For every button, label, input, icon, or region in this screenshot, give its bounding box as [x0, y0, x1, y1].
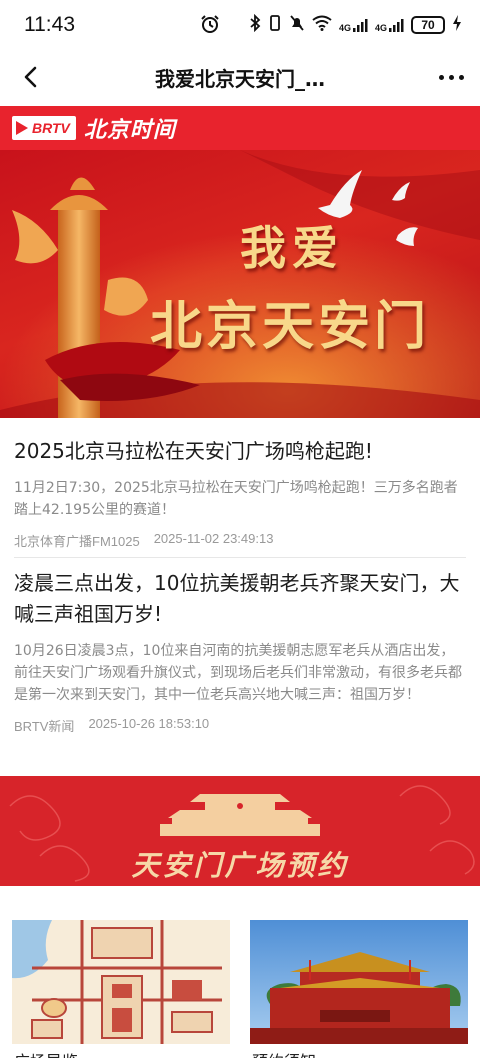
vibrate-icon [268, 14, 282, 36]
plaza-map-image [12, 920, 230, 1044]
article-meta: 北京体育广播FM1025 2025-11-02 23:49:13 [14, 531, 466, 550]
nav-bar: 我爱北京天安门_… [0, 50, 480, 104]
signal-icon [352, 19, 368, 32]
plaza-title: 天安门广场预约 [131, 849, 349, 882]
battery-indicator: 70 [411, 16, 445, 34]
article-time: 2025-11-02 23:49:13 [153, 531, 274, 546]
card-caption: 广场导览 [14, 1048, 78, 1058]
article-summary: 11月2日7:30，2025北京马拉松在天安门广场鸣枪起跑！三万多名跑者踏上42… [14, 480, 458, 518]
divider [14, 557, 466, 558]
plaza-reservation-banner[interactable]: 天安门广场预约 [0, 776, 480, 886]
hero-title: 我爱 北京天安门 [150, 212, 430, 359]
article-source: 北京体育广播FM1025 [14, 534, 140, 549]
more-dot-icon [438, 74, 444, 80]
article-item[interactable]: 凌晨三点出发，10位抗美援朝老兵齐聚天安门，大喊三声祖国万岁! 10月26日凌晨… [14, 568, 466, 735]
mute-icon [289, 14, 305, 36]
more-options-button[interactable] [432, 58, 470, 96]
back-arrow-icon [24, 66, 37, 88]
status-icons: 4G 4G 70 [249, 13, 462, 37]
brand-strip: BRTV 北京时间 [0, 106, 480, 150]
hero-banner[interactable]: 我爱 北京天安门 [0, 150, 480, 418]
hero-title-line2: 北京天安门 [150, 296, 431, 357]
hero-title-line1: 我爱 [240, 221, 344, 275]
status-time: 11:43 [24, 13, 75, 36]
page-title: 我爱北京天安门_… [155, 67, 325, 91]
article-title: 凌晨三点出发，10位抗美援朝老兵齐聚天安门，大喊三声祖国万岁! [14, 571, 460, 626]
signal-1: 4G [339, 17, 368, 33]
tiananmen-gate-icon [160, 794, 320, 840]
article-source: BRTV新闻 [14, 719, 75, 734]
network-label-2: 4G [374, 23, 387, 33]
charging-icon [452, 14, 462, 36]
reservation-notice-card[interactable] [250, 920, 468, 1044]
tiananmen-photo [250, 920, 468, 1044]
signal-icon [389, 19, 404, 32]
bluetooth-icon [249, 13, 261, 36]
network-label-1: 4G [338, 23, 351, 33]
article-item[interactable]: 2025北京马拉松在天安门广场鸣枪起跑! 11月2日7:30，2025北京马拉松… [14, 436, 466, 550]
wifi-icon [312, 15, 332, 35]
article-time: 2025-10-26 18:53:10 [88, 716, 210, 731]
brtv-logo: BRTV 北京时间 [12, 114, 176, 143]
article-meta: BRTV新闻 2025-10-26 18:53:10 [14, 716, 466, 735]
status-bar: 11:43 4G 4G 70 [0, 0, 480, 50]
signal-2: 4G [375, 17, 404, 33]
more-dot-icon [448, 74, 454, 80]
article-title: 2025北京马拉松在天安门广场鸣枪起跑! [14, 439, 373, 463]
back-button[interactable] [12, 58, 50, 96]
more-dot-icon [458, 74, 464, 80]
article-summary: 10月26日凌晨3点，10位来自河南的抗美援朝志愿军老兵从酒店出发，前往天安门广… [14, 643, 462, 703]
plaza-guide-card[interactable] [12, 920, 230, 1044]
brtv-logo-mark: BRTV [12, 116, 76, 140]
alarm-icon [200, 14, 220, 38]
card-caption: 预约须知 [252, 1048, 316, 1058]
brand-name: 北京时间 [83, 118, 176, 143]
